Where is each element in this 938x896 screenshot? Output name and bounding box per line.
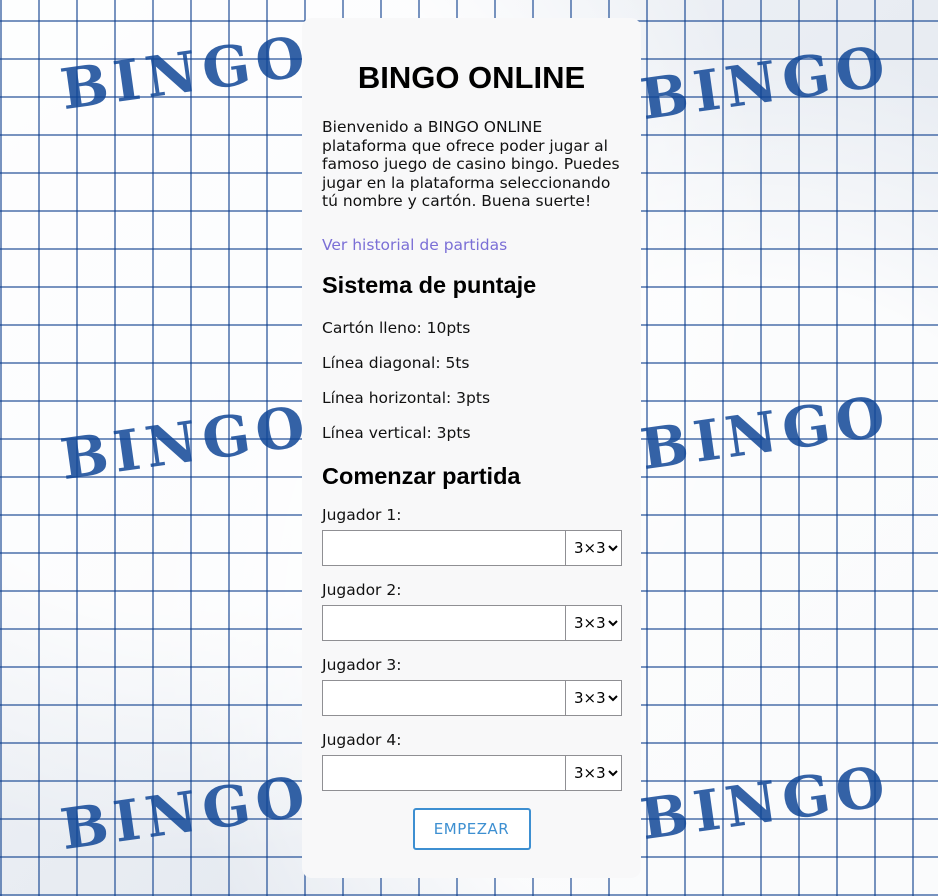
- background-bingo-word: BINGO: [56, 762, 315, 864]
- player-3-block: Jugador 3: 3×3: [322, 655, 622, 716]
- player-4-name-input[interactable]: [322, 754, 566, 791]
- background-bingo-word: BINGO: [636, 752, 895, 854]
- player-2-row: 3×3: [322, 604, 622, 641]
- page-title: BINGO ONLINE: [357, 60, 586, 95]
- player-2-label: Jugador 2:: [322, 580, 402, 599]
- player-4-label: Jugador 4:: [322, 730, 402, 749]
- player-1-row: 3×3: [322, 529, 622, 566]
- intro-text: Bienvenido a BINGO ONLINE plataforma que…: [322, 118, 620, 210]
- scoring-item-horizontal: Línea horizontal: 3pts: [322, 388, 491, 407]
- player-2-block: Jugador 2: 3×3: [322, 580, 622, 641]
- start-button[interactable]: EMPEZAR: [412, 807, 531, 850]
- player-2-card-select[interactable]: 3×3: [566, 604, 622, 641]
- player-3-name-input[interactable]: [322, 679, 566, 716]
- start-game-title: Comenzar partida: [322, 462, 521, 489]
- player-2-name-input[interactable]: [322, 604, 566, 641]
- main-panel: BINGO ONLINE Bienvenido a BINGO ONLINE p…: [302, 18, 641, 878]
- background-bingo-word: BINGO: [56, 22, 315, 124]
- player-4-row: 3×3: [322, 754, 622, 791]
- player-3-card-select[interactable]: 3×3: [566, 679, 622, 716]
- player-4-card-select[interactable]: 3×3: [566, 754, 622, 791]
- scoring-item-vertical: Línea vertical: 3pts: [322, 423, 471, 442]
- player-1-name-input[interactable]: [322, 529, 566, 566]
- player-1-card-select[interactable]: 3×3: [566, 529, 622, 566]
- history-link[interactable]: Ver historial de partidas: [322, 236, 507, 254]
- background-bingo-word: BINGO: [636, 382, 895, 484]
- scoring-item-diagonal: Línea diagonal: 5ts: [322, 353, 470, 372]
- scoring-title: Sistema de puntaje: [322, 271, 537, 298]
- background-bingo-word: BINGO: [636, 32, 895, 134]
- player-3-label: Jugador 3:: [322, 655, 402, 674]
- start-button-wrap: EMPEZAR: [322, 807, 621, 850]
- player-1-block: Jugador 1: 3×3: [322, 505, 622, 566]
- scoring-item-full-card: Cartón lleno: 10pts: [322, 318, 471, 337]
- scoring-list: Cartón lleno: 10pts Línea diagonal: 5ts …: [322, 319, 621, 459]
- background-bingo-word: BINGO: [56, 392, 315, 494]
- player-1-label: Jugador 1:: [322, 505, 402, 524]
- player-4-block: Jugador 4: 3×3: [322, 730, 622, 791]
- player-3-row: 3×3: [322, 679, 622, 716]
